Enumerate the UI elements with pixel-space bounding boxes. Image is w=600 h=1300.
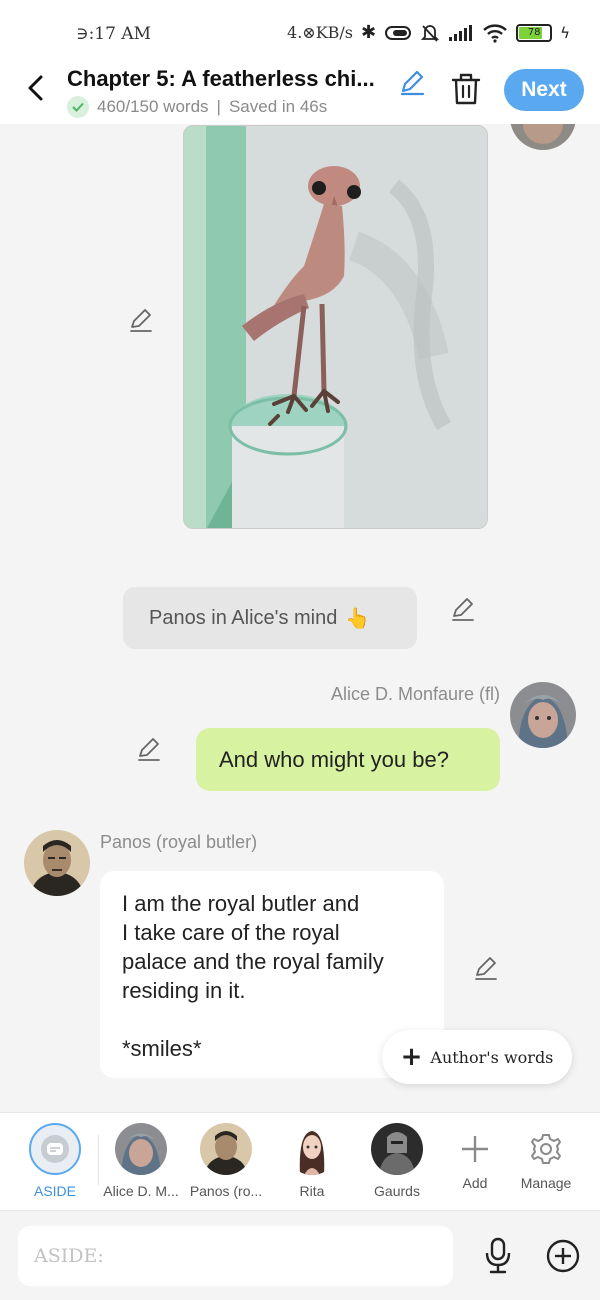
- chapter-header: Chapter 5: A featherless chi... 460/150 …: [0, 62, 600, 124]
- trash-icon[interactable]: [450, 72, 482, 106]
- chapter-status: 460/150 words | Saved in 46s: [67, 96, 327, 118]
- edit-alice-message-icon[interactable]: [136, 736, 162, 762]
- edit-panos-message-icon[interactable]: [473, 955, 499, 981]
- plus-icon: [462, 1136, 488, 1162]
- add-attachment-icon[interactable]: [546, 1239, 580, 1273]
- edit-image-message-icon[interactable]: [128, 307, 154, 333]
- message-input[interactable]: [18, 1226, 453, 1286]
- back-button[interactable]: [20, 68, 50, 108]
- alice-avatar: [115, 1123, 167, 1175]
- status-bar: ∋:17 AM 4.⊗KB/s ✱ 78 ϟ: [0, 0, 600, 62]
- mute-bell-icon: [420, 24, 440, 42]
- chapter-title[interactable]: Chapter 5: A featherless chi...: [67, 66, 393, 92]
- avatar-alice-top[interactable]: [510, 124, 576, 150]
- image-message[interactable]: [183, 125, 488, 529]
- avatar-alice[interactable]: [510, 682, 576, 748]
- microphone-icon[interactable]: [482, 1237, 514, 1275]
- word-count: 460/150 words: [97, 97, 209, 116]
- charging-icon: ϟ: [560, 23, 570, 42]
- character-panos[interactable]: Panos (ro...: [183, 1123, 269, 1199]
- check-icon: [67, 96, 89, 118]
- input-bar: [0, 1210, 600, 1300]
- status-time: ∋:17 AM: [76, 24, 152, 44]
- authors-words-button[interactable]: + Author's words: [382, 1030, 572, 1084]
- signal-icon: [449, 24, 473, 41]
- character-bar: ASIDE Alice D. M... Panos (ro... Rita Ga…: [0, 1112, 600, 1210]
- vibrate-icon: [385, 25, 412, 40]
- edit-title-icon[interactable]: [398, 68, 426, 96]
- gear-icon: [531, 1134, 561, 1164]
- manage-characters-button[interactable]: Manage: [503, 1123, 589, 1191]
- character-aside[interactable]: ASIDE: [12, 1123, 98, 1199]
- wifi-icon: [483, 23, 507, 43]
- saved-status: Saved in 46s: [228, 97, 328, 116]
- sender-name-alice: Alice D. Monfaure (fl): [330, 684, 500, 704]
- character-rita[interactable]: Rita: [269, 1123, 355, 1199]
- alice-message-bubble[interactable]: And who might you be?: [196, 728, 500, 791]
- bluetooth-icon: ✱: [361, 22, 377, 43]
- character-alice[interactable]: Alice D. M...: [98, 1123, 184, 1199]
- aside-message[interactable]: Panos in Alice's mind 👆: [123, 587, 417, 649]
- sender-name-panos: Panos (royal butler): [100, 832, 258, 852]
- featherless-chick-photo: [184, 126, 487, 528]
- authors-words-label: Author's words: [430, 1047, 554, 1067]
- battery-icon: 78: [516, 23, 553, 42]
- status-separator: |: [216, 97, 221, 116]
- edit-aside-message-icon[interactable]: [450, 596, 476, 622]
- status-icons: 4.⊗KB/s ✱ 78 ϟ: [287, 22, 570, 43]
- next-button[interactable]: Next: [504, 69, 584, 111]
- plus-icon: +: [400, 1042, 423, 1072]
- aside-text: Panos in Alice's mind: [149, 606, 338, 629]
- character-gaurds[interactable]: Gaurds: [354, 1123, 440, 1199]
- pointing-up-emoji: 👆: [345, 607, 371, 630]
- avatar-panos[interactable]: [24, 830, 90, 896]
- aside-chat-icon: [41, 1135, 69, 1163]
- chevron-left-icon: [28, 75, 43, 101]
- gaurds-avatar: [371, 1123, 423, 1175]
- panos-avatar: [200, 1123, 252, 1175]
- network-speed: 4.⊗KB/s: [287, 23, 353, 42]
- chat-area[interactable]: Panos in Alice's mind 👆 Alice D. Monfaur…: [0, 124, 600, 1112]
- rita-avatar: [286, 1123, 338, 1175]
